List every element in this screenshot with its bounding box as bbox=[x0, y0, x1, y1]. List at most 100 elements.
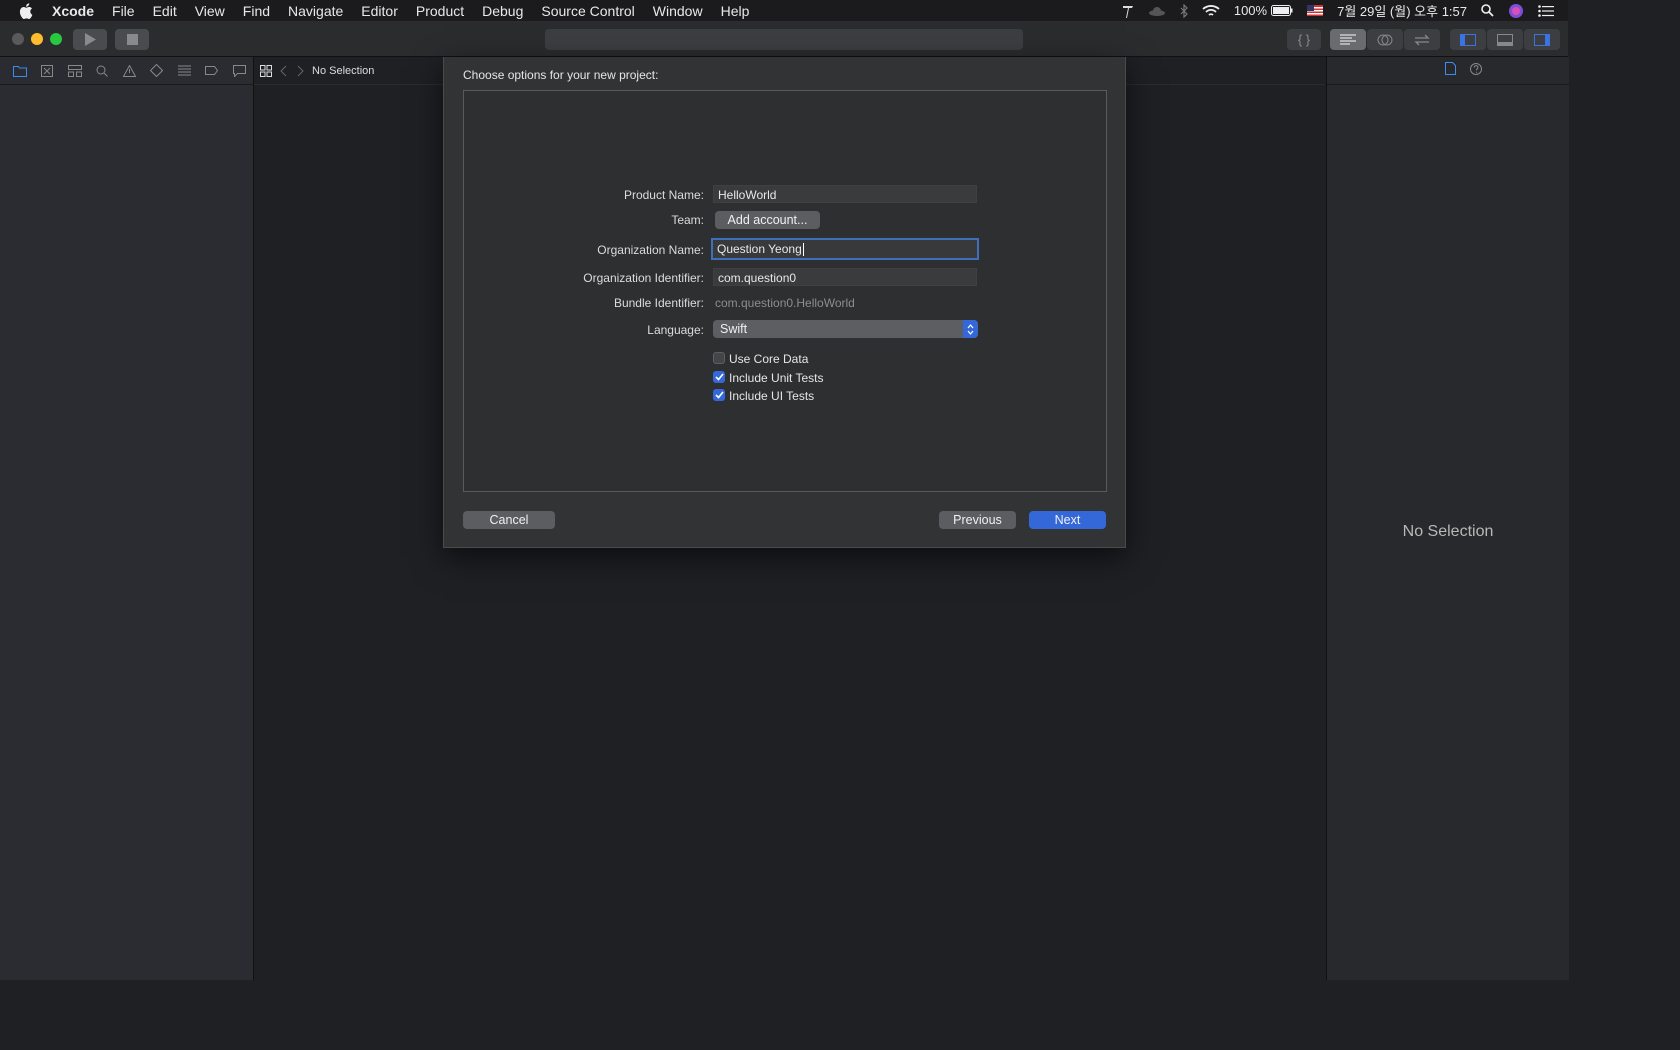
find-icon[interactable] bbox=[88, 65, 115, 77]
warning-icon[interactable] bbox=[116, 64, 143, 77]
status-area: 100% 7월 29일 (월) 오후 1:57 bbox=[1122, 0, 1568, 21]
menu-navigate[interactable]: Navigate bbox=[279, 3, 352, 19]
org-identifier-label: Organization Identifier: bbox=[583, 271, 704, 285]
navigator-pane bbox=[0, 57, 254, 980]
include-ui-tests-checkbox[interactable] bbox=[713, 389, 725, 401]
menu-product[interactable]: Product bbox=[407, 3, 473, 19]
forward-icon[interactable] bbox=[296, 65, 304, 77]
report-icon[interactable] bbox=[226, 64, 253, 77]
team-label: Team: bbox=[671, 213, 704, 227]
text-lines-icon bbox=[1340, 33, 1356, 45]
zoom-window-button[interactable] bbox=[50, 33, 62, 45]
version-editor-button[interactable] bbox=[1404, 29, 1440, 50]
product-name-label: Product Name: bbox=[623, 188, 704, 202]
toggle-inspector-button[interactable] bbox=[1524, 29, 1560, 50]
include-unit-tests-label: Include Unit Tests bbox=[729, 371, 824, 385]
spotlight-icon[interactable] bbox=[1481, 4, 1494, 17]
language-label: Language: bbox=[647, 323, 704, 337]
hammer-icon[interactable] bbox=[1122, 4, 1134, 18]
navigator-tabs bbox=[0, 57, 253, 85]
window-toolbar: { } bbox=[0, 21, 1568, 57]
org-identifier-row: Organization Identifier: com.question0 bbox=[464, 267, 1106, 289]
cancel-button[interactable]: Cancel bbox=[463, 511, 555, 529]
product-name-field[interactable]: HelloWorld bbox=[713, 185, 977, 203]
inspector-tabs bbox=[1327, 57, 1569, 85]
debug-icon[interactable] bbox=[171, 65, 198, 76]
folder-icon[interactable] bbox=[6, 65, 33, 77]
language-value: Swift bbox=[720, 322, 748, 336]
standard-editor-button[interactable] bbox=[1330, 29, 1366, 50]
include-unit-tests-checkbox[interactable] bbox=[713, 371, 725, 383]
menu-file[interactable]: File bbox=[103, 3, 144, 19]
menu-find[interactable]: Find bbox=[234, 3, 279, 19]
language-row: Language: Swift bbox=[464, 320, 1106, 342]
help-icon[interactable] bbox=[1469, 62, 1482, 80]
symbol-icon[interactable] bbox=[61, 64, 88, 77]
bottom-panel-icon bbox=[1497, 33, 1513, 46]
us-flag-icon[interactable] bbox=[1307, 5, 1324, 16]
bluetooth-icon[interactable] bbox=[1180, 3, 1188, 18]
toggle-navigator-button[interactable] bbox=[1450, 29, 1486, 50]
battery-icon[interactable] bbox=[1271, 5, 1293, 16]
activity-viewer bbox=[545, 29, 1023, 50]
chevron-updown-icon bbox=[963, 320, 978, 338]
options-panel: Product Name: HelloWorld Team: Add accou… bbox=[463, 90, 1107, 492]
menu-clock[interactable]: 7월 29일 (월) 오후 1:57 bbox=[1337, 1, 1467, 20]
org-name-value: Question Yeong bbox=[717, 242, 802, 256]
close-window-button[interactable] bbox=[12, 33, 24, 45]
file-inspector-icon[interactable] bbox=[1444, 61, 1456, 80]
bundle-identifier-value: com.question0.HelloWorld bbox=[715, 296, 855, 310]
minimize-window-button[interactable] bbox=[31, 33, 43, 45]
language-popup[interactable]: Swift bbox=[713, 320, 978, 338]
run-button[interactable] bbox=[73, 29, 107, 50]
wifi-icon[interactable] bbox=[1202, 4, 1220, 17]
menu-edit[interactable]: Edit bbox=[144, 3, 186, 19]
menu-view[interactable]: View bbox=[186, 3, 234, 19]
assistant-editor-button[interactable] bbox=[1367, 29, 1403, 50]
apple-menu-icon[interactable] bbox=[17, 2, 33, 19]
bundle-identifier-label: Bundle Identifier: bbox=[613, 296, 704, 310]
sheet-title: Choose options for your new project: bbox=[463, 68, 659, 82]
left-panel-icon bbox=[1460, 33, 1476, 46]
stop-button[interactable] bbox=[115, 29, 149, 50]
menu-app-name[interactable]: Xcode bbox=[43, 3, 103, 19]
braces-icon: { } bbox=[1297, 32, 1311, 47]
stop-icon bbox=[126, 34, 138, 45]
previous-button[interactable]: Previous bbox=[939, 511, 1016, 529]
breakpoint-icon[interactable] bbox=[198, 66, 225, 75]
bundle-identifier-row: Bundle Identifier: com.question0.HelloWo… bbox=[464, 292, 1106, 314]
org-name-row: Organization Name: Question Yeong bbox=[464, 238, 1106, 261]
related-items-icon[interactable] bbox=[260, 64, 272, 77]
new-project-sheet: Choose options for your new project: Pro… bbox=[443, 57, 1126, 548]
menu-window[interactable]: Window bbox=[644, 3, 712, 19]
menu-debug[interactable]: Debug bbox=[473, 3, 532, 19]
menu-help[interactable]: Help bbox=[712, 3, 759, 19]
menu-bar: Xcode File Edit View Find Navigate Edito… bbox=[0, 0, 1568, 21]
source-control-icon[interactable] bbox=[33, 64, 60, 77]
use-core-data-checkbox[interactable] bbox=[713, 352, 725, 364]
play-icon bbox=[85, 33, 96, 46]
back-icon[interactable] bbox=[280, 65, 288, 77]
siri-icon[interactable] bbox=[1508, 3, 1524, 19]
cloud-icon[interactable] bbox=[1148, 6, 1166, 16]
org-identifier-field[interactable]: com.question0 bbox=[713, 268, 977, 286]
arrows-icon bbox=[1414, 34, 1430, 45]
add-account-button[interactable]: Add account... bbox=[715, 211, 820, 229]
team-row: Team: Add account... bbox=[464, 209, 1106, 231]
right-panel-icon bbox=[1534, 33, 1550, 46]
menu-source-control[interactable]: Source Control bbox=[532, 3, 643, 19]
include-ui-tests-label: Include UI Tests bbox=[729, 389, 815, 403]
toggle-debug-area-button[interactable] bbox=[1487, 29, 1523, 50]
library-button[interactable]: { } bbox=[1287, 29, 1321, 50]
product-name-row: Product Name: HelloWorld bbox=[464, 184, 1106, 206]
checkmark-icon bbox=[714, 373, 724, 381]
next-button[interactable]: Next bbox=[1029, 511, 1106, 529]
test-icon[interactable] bbox=[143, 64, 170, 77]
text-cursor bbox=[802, 243, 804, 257]
org-name-label: Organization Name: bbox=[597, 243, 704, 257]
jump-bar-status: No Selection bbox=[312, 64, 375, 77]
org-name-field[interactable]: Question Yeong bbox=[711, 238, 979, 260]
notification-center-icon[interactable] bbox=[1538, 4, 1554, 17]
checkmark-icon bbox=[714, 391, 724, 399]
menu-editor[interactable]: Editor bbox=[352, 3, 407, 19]
